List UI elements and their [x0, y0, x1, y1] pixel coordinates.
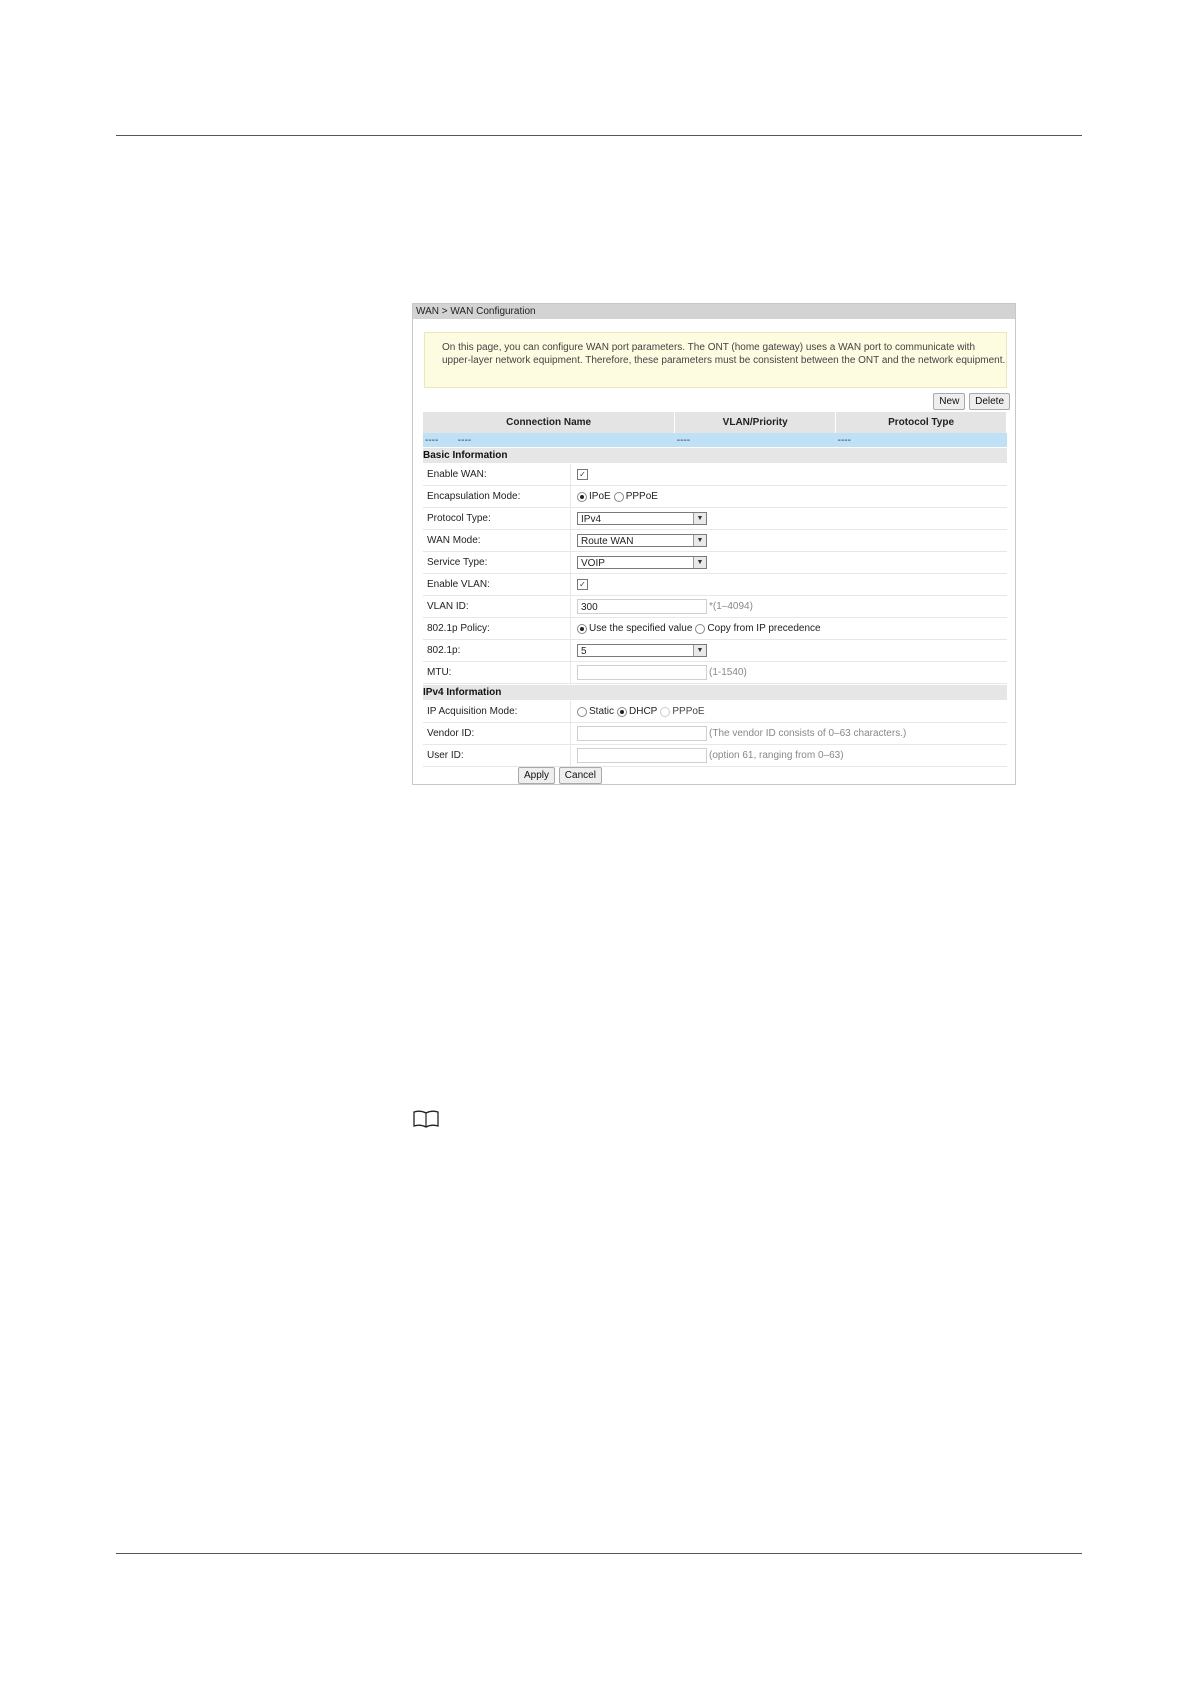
use-specified-value-radio[interactable]	[577, 623, 587, 634]
apply-button[interactable]: Apply	[518, 767, 556, 784]
section-basic-information: Basic Information	[423, 448, 1007, 463]
form-actions: Apply Cancel	[517, 767, 602, 784]
table-cell: ----	[674, 433, 836, 447]
table-cell: ----	[835, 433, 1007, 447]
connection-toolbar: New Delete	[932, 393, 1010, 410]
table-cell: ---- ----	[423, 433, 675, 447]
static-radio[interactable]	[577, 706, 587, 717]
radio-label: Copy from IP precedence	[707, 623, 821, 634]
field-label: 802.1p Policy:	[423, 618, 571, 639]
field-hint: (option 61, ranging from 0–63)	[709, 750, 844, 761]
vendor-id-input[interactable]	[577, 726, 707, 741]
radio-label: DHCP	[629, 706, 658, 717]
pppoe-ip-radio[interactable]	[660, 706, 671, 717]
form-row-mtu: MTU: (1-1540)	[423, 662, 1007, 684]
form-row-enable-vlan: Enable VLAN: ✓	[423, 574, 1007, 596]
col-header-vlan-priority: VLAN/Priority	[674, 412, 837, 433]
form-row-protocol-type: Protocol Type: IPv4 ▼	[423, 508, 1007, 530]
col-header-connection-name: Connection Name	[423, 412, 676, 433]
field-label: Enable VLAN:	[423, 574, 571, 595]
copy-from-ip-precedence-radio[interactable]	[695, 623, 706, 634]
table-row[interactable]: ---- ---- ---- ----	[423, 433, 1007, 447]
ipoe-radio[interactable]	[577, 491, 587, 502]
field-hint: (The vendor ID consists of 0–63 characte…	[709, 728, 907, 739]
field-label: Service Type:	[423, 552, 571, 573]
form-row-encapsulation: Encapsulation Mode: IPoE PPPoE	[423, 486, 1007, 508]
wan-config-screenshot: WAN > WAN Configuration On this page, yo…	[412, 303, 1016, 785]
form-row-8021p-policy: 802.1p Policy: Use the specified value C…	[423, 618, 1007, 640]
form-row-ip-acquisition-mode: IP Acquisition Mode: Static DHCP PPPoE	[423, 701, 1007, 723]
service-type-select[interactable]: VOIP ▼	[577, 556, 707, 569]
breadcrumb: WAN > WAN Configuration	[413, 304, 1015, 319]
delete-button[interactable]: Delete	[969, 393, 1010, 410]
pppoe-radio[interactable]	[613, 491, 624, 502]
radio-label: IPoE	[589, 491, 611, 502]
8021p-select[interactable]: 5 ▼	[577, 644, 707, 657]
book-icon	[413, 1109, 439, 1134]
field-label: User ID:	[423, 745, 571, 766]
chevron-down-icon: ▼	[693, 535, 706, 546]
field-hint: *(1–4094)	[709, 601, 753, 612]
header-rule	[116, 135, 1082, 136]
field-label: Encapsulation Mode:	[423, 486, 571, 507]
chevron-down-icon: ▼	[693, 645, 706, 656]
field-label: 802.1p:	[423, 640, 571, 661]
form-row-user-id: User ID: (option 61, ranging from 0–63)	[423, 745, 1007, 767]
basic-form: Enable WAN: ✓ Encapsulation Mode: IPoE P…	[423, 464, 1007, 684]
chevron-down-icon: ▼	[693, 513, 706, 524]
field-label: VLAN ID:	[423, 596, 571, 617]
radio-label: PPPoE	[672, 706, 705, 717]
vlan-id-input[interactable]: 300	[577, 599, 707, 614]
radio-label: PPPoE	[625, 491, 658, 502]
form-row-wan-mode: WAN Mode: Route WAN ▼	[423, 530, 1007, 552]
field-label: Enable WAN:	[423, 464, 571, 485]
field-label: WAN Mode:	[423, 530, 571, 551]
wan-mode-select[interactable]: Route WAN ▼	[577, 534, 707, 547]
info-notice: On this page, you can configure WAN port…	[424, 332, 1007, 388]
connection-table: Connection Name VLAN/Priority Protocol T…	[423, 412, 1007, 447]
form-row-vendor-id: Vendor ID: (The vendor ID consists of 0–…	[423, 723, 1007, 745]
form-row-8021p: 802.1p: 5 ▼	[423, 640, 1007, 662]
field-label: Vendor ID:	[423, 723, 571, 744]
radio-label: Static	[589, 706, 615, 717]
field-label: Protocol Type:	[423, 508, 571, 529]
mtu-input[interactable]	[577, 665, 707, 680]
enable-vlan-checkbox[interactable]: ✓	[577, 579, 588, 590]
dhcp-radio[interactable]	[617, 706, 628, 717]
protocol-type-select[interactable]: IPv4 ▼	[577, 512, 707, 525]
form-row-enable-wan: Enable WAN: ✓	[423, 464, 1007, 486]
field-label: IP Acquisition Mode:	[423, 701, 571, 722]
user-id-input[interactable]	[577, 748, 707, 763]
new-button[interactable]: New	[933, 393, 966, 410]
field-label: MTU:	[423, 662, 571, 683]
field-hint: (1-1540)	[709, 667, 747, 678]
cancel-button[interactable]: Cancel	[558, 767, 602, 784]
ipv4-form: IP Acquisition Mode: Static DHCP PPPoE V…	[423, 701, 1007, 767]
form-row-vlan-id: VLAN ID: 300 *(1–4094)	[423, 596, 1007, 618]
chevron-down-icon: ▼	[693, 557, 706, 568]
section-ipv4-information: IPv4 Information	[423, 685, 1007, 700]
col-header-protocol-type: Protocol Type	[835, 412, 1007, 433]
enable-wan-checkbox[interactable]: ✓	[577, 469, 588, 480]
footer-rule	[116, 1553, 1082, 1554]
form-row-service-type: Service Type: VOIP ▼	[423, 552, 1007, 574]
radio-label: Use the specified value	[589, 623, 693, 634]
